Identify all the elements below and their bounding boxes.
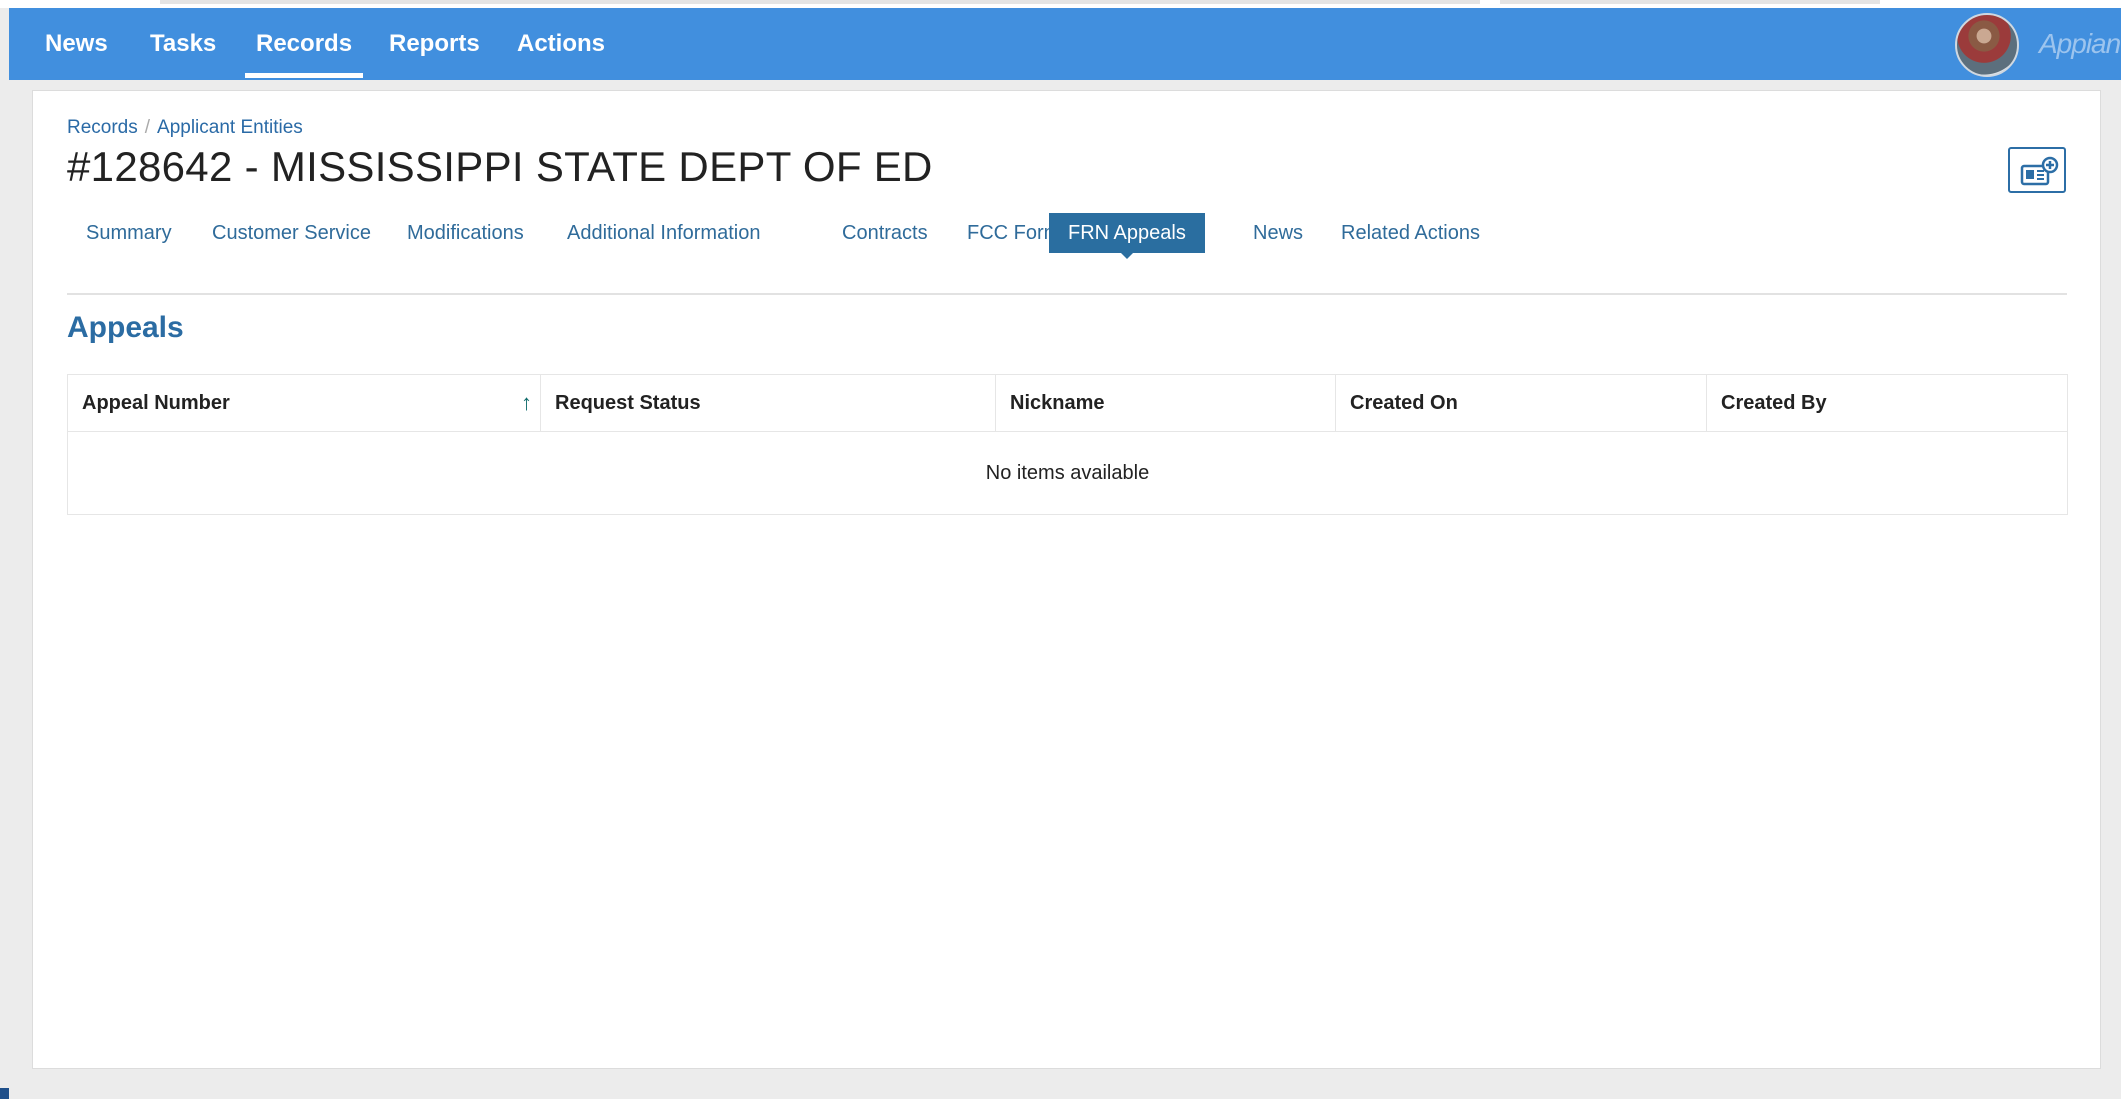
- column-header-label: Appeal Number: [82, 392, 230, 414]
- column-header-created-on[interactable]: Created On: [1336, 375, 1707, 431]
- column-header-nickname[interactable]: Nickname: [996, 375, 1336, 431]
- top-strip-shade: [160, 0, 1480, 4]
- grid-header-row: Appeal Number ↑ Request Status Nickname …: [68, 375, 2067, 432]
- tabs-divider: [67, 293, 2067, 295]
- tab-customer-service[interactable]: Customer Service: [212, 213, 371, 253]
- appeals-grid: Appeal Number ↑ Request Status Nickname …: [67, 374, 2068, 515]
- page-title: #128642 - MISSISSIPPI STATE DEPT OF ED: [67, 143, 933, 190]
- nav-tab-actions[interactable]: Actions: [517, 8, 605, 80]
- column-header-label: Request Status: [555, 392, 701, 414]
- breadcrumb: Records / Applicant Entities: [67, 117, 303, 139]
- taskbar-edge: [0, 1088, 9, 1099]
- top-strip-shade: [1500, 0, 1880, 4]
- nav-tab-reports[interactable]: Reports: [389, 8, 480, 80]
- sort-ascending-icon: ↑: [521, 390, 532, 415]
- add-to-news-icon: [2020, 156, 2059, 186]
- browser-top-strip: [0, 0, 2121, 8]
- tab-summary[interactable]: Summary: [86, 213, 172, 253]
- appeals-section-title: Appeals: [67, 311, 184, 344]
- nav-tab-tasks[interactable]: Tasks: [150, 8, 216, 80]
- column-header-label: Created By: [1721, 392, 1827, 414]
- appian-logo[interactable]: Appian: [2039, 8, 2121, 80]
- tab-additional-information[interactable]: Additional Information: [567, 213, 760, 253]
- column-header-label: Created On: [1350, 392, 1458, 414]
- record-view-panel: Records / Applicant Entities #128642 - MIS…: [32, 90, 2101, 1069]
- breadcrumb-separator: /: [144, 117, 151, 138]
- grid-empty-message: No items available: [985, 462, 1150, 484]
- column-header-created-by[interactable]: Created By: [1707, 375, 2067, 431]
- tab-frn-appeals[interactable]: FRN Appeals: [1049, 213, 1205, 259]
- column-header-label: Nickname: [1010, 392, 1105, 414]
- tab-related-actions[interactable]: Related Actions: [1341, 213, 1480, 253]
- nav-tab-news[interactable]: News: [45, 8, 108, 80]
- top-navigation-bar: News Tasks Records Reports Actions Appia…: [9, 8, 2121, 80]
- breadcrumb-records-link[interactable]: Records: [67, 117, 138, 138]
- column-header-request-status[interactable]: Request Status: [541, 375, 996, 431]
- tab-modifications[interactable]: Modifications: [407, 213, 524, 253]
- tab-news[interactable]: News: [1253, 213, 1303, 253]
- column-header-appeal-number[interactable]: Appeal Number ↑: [68, 375, 541, 431]
- nav-tab-records[interactable]: Records: [244, 8, 364, 80]
- breadcrumb-applicant-entities-link[interactable]: Applicant Entities: [157, 117, 303, 138]
- user-avatar-icon[interactable]: [1955, 13, 2019, 77]
- add-to-news-button[interactable]: [2008, 147, 2066, 193]
- tab-contracts[interactable]: Contracts: [842, 213, 928, 253]
